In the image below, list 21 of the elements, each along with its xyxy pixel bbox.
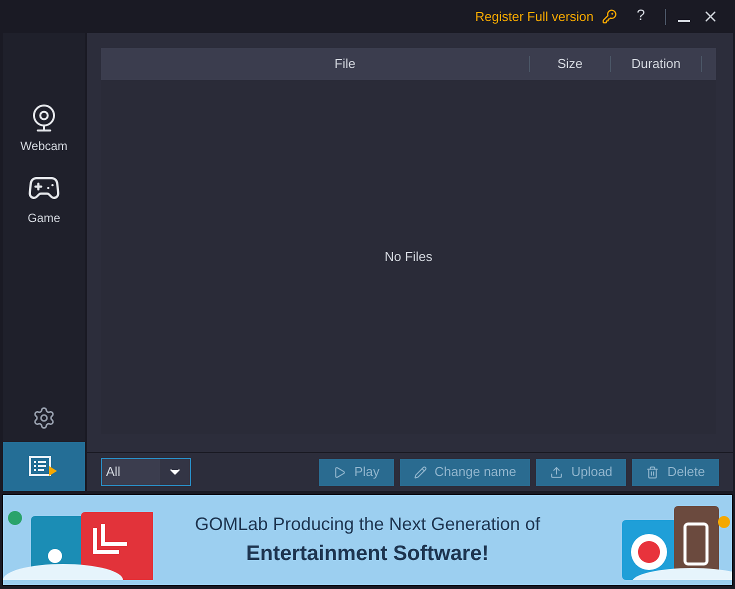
sidebar-item[interactable]: Game [3,163,85,235]
settings-button[interactable] [32,406,56,430]
key-icon [602,9,617,24]
column-header: Size [556,55,584,74]
help-button[interactable]: ? [628,5,653,28]
pencil-icon [414,466,427,478]
sidebar-item[interactable]: Webcam [3,95,85,163]
trash-icon [646,466,660,478]
settings-icon [32,406,56,430]
filter-dropdown[interactable]: All [101,458,191,486]
register-link[interactable]: Register Full version [475,6,617,26]
minimize-icon [678,20,690,22]
banner-tagline: Entertainment Software! [246,540,489,567]
list-play-icon [29,456,59,478]
file-list-button[interactable] [3,442,85,491]
empty-message: No Files [384,248,432,266]
upload-icon [550,466,564,478]
column-header: File [334,55,356,74]
column-header: Duration [630,55,682,74]
banner-headline: GOMLab Producing the Next Generation of [194,512,540,536]
play-icon [333,466,346,478]
